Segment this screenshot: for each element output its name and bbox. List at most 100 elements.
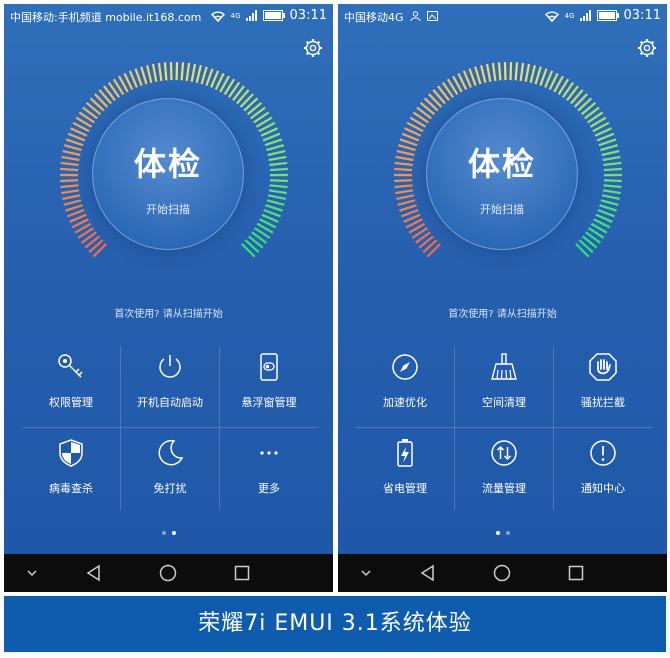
tile-label: 空间清理 <box>482 396 526 409</box>
ring-tick <box>269 167 288 172</box>
network-type: 4G <box>564 11 575 20</box>
scan-button[interactable]: 体检 开始扫描 <box>426 98 578 250</box>
ring-tick <box>267 149 286 157</box>
ring-tick <box>268 155 287 162</box>
status-time: 03:11 <box>289 8 327 23</box>
ring-tick <box>396 149 415 157</box>
ring-tick <box>601 194 620 201</box>
ring-tick <box>539 68 548 87</box>
chevron-down-icon[interactable] <box>356 563 376 583</box>
ring-tick <box>180 62 185 81</box>
ring-tick <box>269 179 288 183</box>
ring-tick <box>60 161 79 167</box>
ring-tick <box>394 161 413 167</box>
recents-icon[interactable] <box>232 563 252 583</box>
tile-more[interactable]: 更多 <box>220 430 318 512</box>
ring-tick <box>62 149 81 157</box>
ring-tick <box>195 64 202 83</box>
ring-tick <box>399 138 418 147</box>
tile-floating-window[interactable]: 悬浮窗管理 <box>220 344 318 426</box>
ring-tick <box>603 179 622 183</box>
tile-data-management[interactable]: 流量管理 <box>455 430 553 512</box>
settings-gear-icon[interactable] <box>637 38 657 58</box>
back-icon[interactable] <box>84 563 104 583</box>
scan-button[interactable]: 体检 开始扫描 <box>92 98 244 250</box>
ring-tick <box>524 63 531 82</box>
ring-tick <box>598 138 617 147</box>
right-phone-screen: 中国移动4G 4G 03:11 体检 开始扫描 首次使用? 请从扫描开始 加速优… <box>338 4 667 592</box>
ring-tick <box>268 189 287 195</box>
page-dot <box>505 531 510 535</box>
floating-window-icon <box>260 353 278 381</box>
power-icon <box>159 355 181 378</box>
tile-virus-scan[interactable]: 病毒查杀 <box>22 430 120 512</box>
ring-tick <box>146 64 153 83</box>
first-use-hint: 首次使用? 请从扫描开始 <box>114 309 223 320</box>
ring-tick <box>185 62 191 81</box>
ring-tick <box>480 64 487 83</box>
scan-title: 体检 <box>133 145 202 183</box>
battery-status-icon <box>596 10 619 21</box>
ring-tick <box>394 184 413 189</box>
ring-tick <box>266 199 285 206</box>
tile-power-saving[interactable]: 省电管理 <box>356 430 454 512</box>
ring-tick <box>60 179 79 183</box>
ring-tick <box>602 189 621 195</box>
scan-title: 体检 <box>467 145 536 183</box>
tile-do-not-disturb[interactable]: 免打扰 <box>121 430 219 512</box>
chevron-down-icon[interactable] <box>22 563 42 583</box>
ring-tick <box>65 138 84 147</box>
page-indicator <box>338 531 667 535</box>
settings-gear-icon[interactable] <box>303 38 323 58</box>
exclamation-icon <box>590 440 616 466</box>
tools-grid: 权限管理 开机自动启动 悬浮窗管理 病毒查杀 免打扰 更多 <box>22 344 318 512</box>
ring-tick <box>395 189 414 195</box>
page-dot-active <box>171 531 176 535</box>
back-icon[interactable] <box>418 563 438 583</box>
tile-notification-center[interactable]: 通知中心 <box>554 430 652 512</box>
status-bar: 中国移动4G 4G 03:11 <box>338 4 667 28</box>
ring-tick <box>264 138 283 147</box>
ring-tick <box>394 167 413 172</box>
ring-tick <box>468 68 477 87</box>
ring-tick <box>603 184 622 189</box>
tile-label: 免打扰 <box>153 482 187 495</box>
tile-autostart[interactable]: 开机自动启动 <box>121 344 219 426</box>
tile-space-cleanup[interactable]: 空间清理 <box>455 344 553 426</box>
tile-label: 更多 <box>258 482 280 495</box>
tile-label: 加速优化 <box>383 396 427 409</box>
recents-icon[interactable] <box>566 563 586 583</box>
status-left-text: 中国移动4G <box>344 11 404 24</box>
ring-tick <box>266 144 285 152</box>
tile-label: 权限管理 <box>49 396 93 409</box>
ring-tick <box>140 66 148 85</box>
caption-banner: 荣耀7i EMUI 3.1系统体验 <box>4 596 666 652</box>
home-icon[interactable] <box>492 563 512 583</box>
ring-tick <box>601 149 620 157</box>
tile-speed-up[interactable]: 加速优化 <box>356 344 454 426</box>
tile-label: 悬浮窗管理 <box>241 396 297 409</box>
ring-tick <box>397 144 416 152</box>
tile-permission-management[interactable]: 权限管理 <box>22 344 120 426</box>
battery-status-icon <box>262 10 285 21</box>
tile-harassment-block[interactable]: 骚扰拦截 <box>554 344 652 426</box>
ring-tick <box>60 167 79 172</box>
ring-tick <box>602 155 621 162</box>
page-dot-active <box>495 531 500 535</box>
wifi-icon <box>544 11 559 22</box>
ring-tick <box>396 194 415 201</box>
ring-tick <box>497 62 502 81</box>
tile-label: 骚扰拦截 <box>581 396 625 409</box>
ring-tick <box>400 208 419 218</box>
broom-icon <box>491 353 517 380</box>
tile-label: 流量管理 <box>482 482 526 495</box>
ring-tick <box>397 199 416 206</box>
compass-icon <box>392 354 418 380</box>
wifi-icon <box>210 11 225 22</box>
ring-tick <box>263 208 282 218</box>
ring-tick <box>597 208 616 218</box>
home-icon[interactable] <box>158 563 178 583</box>
ring-tick <box>394 179 413 183</box>
ring-tick <box>66 208 85 218</box>
first-use-hint: 首次使用? 请从扫描开始 <box>448 309 557 320</box>
